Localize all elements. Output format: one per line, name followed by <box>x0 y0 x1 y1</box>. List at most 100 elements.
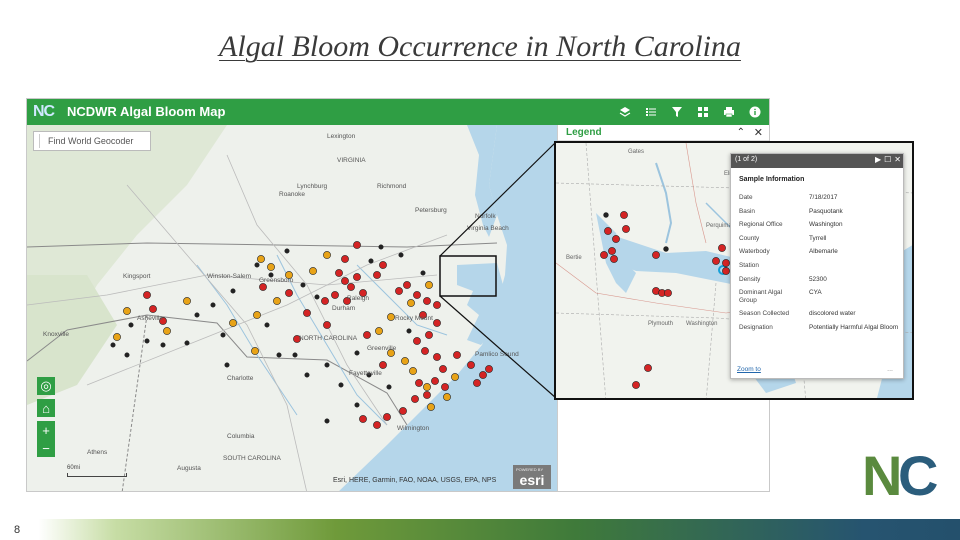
bloom-sample-point[interactable] <box>423 391 431 399</box>
next-feature-icon[interactable]: ▶ <box>875 155 881 164</box>
bloom-sample-point[interactable] <box>433 301 441 309</box>
bloom-sample-point[interactable] <box>420 270 426 276</box>
bloom-sample-point[interactable] <box>224 362 230 368</box>
bloom-sample-point[interactable] <box>423 383 431 391</box>
bloom-sample-point[interactable] <box>163 327 171 335</box>
bloom-sample-point[interactable] <box>259 283 267 291</box>
bloom-sample-point[interactable] <box>314 294 320 300</box>
bloom-sample-point[interactable] <box>403 281 411 289</box>
bloom-sample-point[interactable] <box>273 297 281 305</box>
bloom-sample-point[interactable] <box>425 331 433 339</box>
inset-sample-point[interactable] <box>632 381 640 389</box>
collapse-icon[interactable]: ⌃ <box>737 127 745 138</box>
bloom-sample-point[interactable] <box>383 413 391 421</box>
bloom-sample-point[interactable] <box>292 352 298 358</box>
bloom-sample-point[interactable] <box>401 357 409 365</box>
popup-close-icon[interactable]: ✕ <box>894 155 901 164</box>
bloom-sample-point[interactable] <box>379 361 387 369</box>
inset-sample-point[interactable] <box>620 211 628 219</box>
bloom-sample-point[interactable] <box>431 377 439 385</box>
inset-sample-point[interactable] <box>604 227 612 235</box>
bloom-sample-point[interactable] <box>194 312 200 318</box>
inset-sample-point[interactable] <box>610 255 618 263</box>
bloom-sample-point[interactable] <box>184 340 190 346</box>
bloom-sample-point[interactable] <box>253 311 261 319</box>
bloom-sample-point[interactable] <box>257 255 265 263</box>
bloom-sample-point[interactable] <box>399 407 407 415</box>
bloom-sample-point[interactable] <box>113 333 121 341</box>
bloom-sample-point[interactable] <box>264 322 270 328</box>
bloom-sample-point[interactable] <box>354 402 360 408</box>
bloom-sample-point[interactable] <box>353 241 361 249</box>
bloom-sample-point[interactable] <box>229 319 237 327</box>
bloom-sample-point[interactable] <box>423 297 431 305</box>
bloom-sample-point[interactable] <box>373 271 381 279</box>
bloom-sample-point[interactable] <box>425 281 433 289</box>
bloom-sample-point[interactable] <box>323 251 331 259</box>
bloom-sample-point[interactable] <box>303 309 311 317</box>
bloom-sample-point[interactable] <box>473 379 481 387</box>
bloom-sample-point[interactable] <box>375 327 383 335</box>
inset-sample-point[interactable] <box>718 244 726 252</box>
bloom-sample-point[interactable] <box>285 289 293 297</box>
home-icon[interactable]: ⌂ <box>37 399 55 417</box>
bloom-sample-point[interactable] <box>144 338 150 344</box>
inset-sample-point[interactable] <box>664 289 672 297</box>
zoom-in-icon[interactable]: + <box>37 421 55 439</box>
bloom-sample-point[interactable] <box>407 299 415 307</box>
inset-sample-point[interactable] <box>722 267 730 275</box>
filter-icon[interactable] <box>667 102 687 122</box>
inset-sample-point[interactable] <box>652 251 660 259</box>
bloom-sample-point[interactable] <box>433 353 441 361</box>
bloom-sample-point[interactable] <box>467 361 475 369</box>
bloom-sample-point[interactable] <box>395 287 403 295</box>
inset-sample-point[interactable] <box>600 251 608 259</box>
bloom-sample-point[interactable] <box>353 273 361 281</box>
bloom-sample-point[interactable] <box>128 322 134 328</box>
basemap-gallery-icon[interactable] <box>693 102 713 122</box>
close-icon[interactable]: ✕ <box>754 126 763 139</box>
inset-sample-point[interactable] <box>622 225 630 233</box>
bloom-sample-point[interactable] <box>451 373 459 381</box>
bloom-sample-point[interactable] <box>123 307 131 315</box>
bloom-sample-point[interactable] <box>110 342 116 348</box>
bloom-sample-point[interactable] <box>183 297 191 305</box>
bloom-sample-point[interactable] <box>413 291 421 299</box>
bloom-sample-point[interactable] <box>439 365 447 373</box>
bloom-sample-point[interactable] <box>323 321 331 329</box>
bloom-sample-point[interactable] <box>267 263 275 271</box>
bloom-sample-point[interactable] <box>124 352 130 358</box>
bloom-sample-point[interactable] <box>335 269 343 277</box>
bloom-sample-point[interactable] <box>359 415 367 423</box>
bloom-sample-point[interactable] <box>300 282 306 288</box>
bloom-sample-point[interactable] <box>331 291 339 299</box>
bloom-sample-point[interactable] <box>354 350 360 356</box>
bloom-sample-point[interactable] <box>378 244 384 250</box>
bloom-sample-point[interactable] <box>321 297 329 305</box>
bloom-sample-point[interactable] <box>453 351 461 359</box>
inset-sample-point[interactable] <box>722 259 730 267</box>
bloom-sample-point[interactable] <box>363 331 371 339</box>
bloom-sample-point[interactable] <box>387 313 395 321</box>
bloom-sample-point[interactable] <box>443 393 451 401</box>
bloom-sample-point[interactable] <box>304 372 310 378</box>
bloom-sample-point[interactable] <box>413 337 421 345</box>
bloom-sample-point[interactable] <box>386 384 392 390</box>
inset-sample-point[interactable] <box>612 235 620 243</box>
zoom-to-link[interactable]: Zoom to <box>737 366 761 373</box>
more-options-icon[interactable]: ... <box>887 366 893 373</box>
bloom-sample-point[interactable] <box>341 255 349 263</box>
inset-sample-point[interactable] <box>608 247 616 255</box>
bloom-sample-point[interactable] <box>160 342 166 348</box>
bloom-sample-point[interactable] <box>421 347 429 355</box>
bloom-sample-point[interactable] <box>341 277 349 285</box>
bloom-sample-point[interactable] <box>368 258 374 264</box>
bloom-sample-point[interactable] <box>373 421 381 429</box>
bloom-sample-point[interactable] <box>276 352 282 358</box>
bloom-sample-point[interactable] <box>415 379 423 387</box>
bloom-sample-point[interactable] <box>143 291 151 299</box>
search-input[interactable]: Find World Geocoder <box>33 131 151 151</box>
bloom-sample-point[interactable] <box>284 248 290 254</box>
bloom-sample-point[interactable] <box>441 383 449 391</box>
layers-icon[interactable] <box>615 102 635 122</box>
